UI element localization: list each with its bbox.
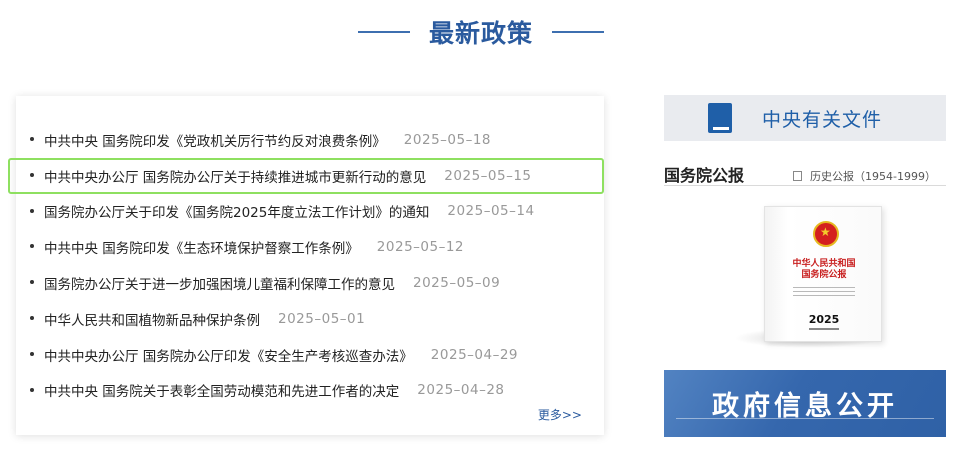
news-title[interactable]: 中共中央办公厅 国务院办公厅印发《安全生产考核巡查办法》 — [44, 345, 413, 365]
bullet-icon — [30, 315, 34, 320]
news-date: 2025–05–14 — [447, 203, 535, 220]
news-date: 2025–04–28 — [417, 382, 505, 399]
national-emblem-icon — [813, 221, 839, 247]
news-title[interactable]: 中共中央 国务院关于表彰全国劳动模范和先进工作者的决定 — [44, 380, 399, 400]
news-date: 2025–05–15 — [444, 167, 532, 184]
bullet-icon — [30, 137, 34, 141]
cover-fine-print — [793, 287, 855, 288]
news-date: 2025–05–18 — [403, 131, 492, 148]
central-docs-button[interactable]: 中央有关文件 — [664, 95, 946, 141]
news-item[interactable]: 中共中央 国务院印发《生态环境保护督察工作条例》 2025–05–12 — [16, 229, 604, 265]
news-item[interactable]: 中共中央办公厅 国务院办公厅印发《安全生产考核巡查办法》 2025–04–29 — [16, 337, 604, 373]
news-item[interactable]: 国务院办公厅关于印发《国务院2025年度立法工作计划》的通知 2025–05–14 — [16, 194, 604, 230]
cover-title-line2: 国务院公报 — [801, 270, 847, 280]
archive-icon — [793, 171, 803, 181]
bullet-icon — [30, 244, 34, 249]
news-title[interactable]: 国务院办公厅关于印发《国务院2025年度立法工作计划》的通知 — [44, 201, 429, 221]
section-title: 最新政策 — [428, 19, 533, 48]
cover-fine-print — [793, 291, 855, 292]
more-link[interactable]: 更多>> — [538, 406, 582, 423]
cover-issue-line — [809, 328, 839, 330]
news-item[interactable]: 中共中央 国务院印发《党政机关厉行节约反对浪费条例》 2025–05–18 — [16, 122, 604, 158]
news-item[interactable]: 中共中央 国务院关于表彰全国劳动模范和先进工作者的决定 2025–04–28 — [16, 373, 604, 409]
gazette-cover[interactable]: 中华人民共和国 国务院公报 2025 — [734, 206, 884, 348]
news-title[interactable]: 中共中央 国务院印发《党政机关厉行节约反对浪费条例》 — [44, 130, 386, 150]
bullet-icon — [30, 280, 34, 285]
bullet-icon — [30, 208, 34, 213]
news-title[interactable]: 中共中央 国务院印发《生态环境保护督察工作条例》 — [44, 237, 359, 257]
header-divider-left — [358, 31, 410, 33]
news-date: 2025–05–12 — [376, 239, 465, 256]
header-divider-right — [552, 31, 604, 33]
cover-title-line1: 中华人民共和国 — [792, 259, 856, 269]
history-gazette-label: 历史公报（1954-1999） — [810, 170, 936, 183]
history-gazette-link[interactable]: 历史公报（1954-1999） — [793, 168, 936, 184]
news-date: 2025–04–29 — [430, 346, 519, 363]
bullet-icon — [30, 351, 34, 356]
book-icon — [708, 103, 732, 133]
cover-image: 中华人民共和国 国务院公报 2025 — [764, 206, 882, 342]
news-date: 2025–05–01 — [278, 310, 366, 327]
news-panel: 中共中央 国务院印发《党政机关厉行节约反对浪费条例》 2025–05–18 中共中央… — [8, 96, 604, 435]
news-item[interactable]: 国务院办公厅关于进一步加强困境儿童福利保障工作的意见 2025–05–09 — [16, 265, 604, 301]
news-title[interactable]: 中共中央办公厅 国务院办公厅关于持续推进城市更新行动的意见 — [44, 166, 426, 186]
central-docs-label: 中央有关文件 — [762, 108, 883, 131]
news-item[interactable]: 中共中央办公厅 国务院办公厅关于持续推进城市更新行动的意见 2025–05–15 — [8, 157, 604, 194]
section-header: 最新政策 — [0, 12, 960, 52]
bullet-icon — [30, 172, 34, 177]
news-title[interactable]: 国务院办公厅关于进一步加强困境儿童福利保障工作的意见 — [44, 273, 395, 293]
news-list: 中共中央 国务院印发《党政机关厉行节约反对浪费条例》 2025–05–18 中共中央… — [8, 122, 604, 409]
gov-info-label: 政府信息公开 — [712, 391, 898, 422]
bullet-icon — [30, 387, 34, 392]
news-date: 2025–05–09 — [413, 275, 501, 292]
news-title[interactable]: 中华人民共和国植物新品种保护条例 — [44, 309, 260, 329]
gazette-title: 国务院公报 — [664, 166, 745, 185]
cover-year: 2025 — [808, 313, 840, 326]
news-item[interactable]: 中华人民共和国植物新品种保护条例 2025–05–01 — [16, 301, 604, 337]
gazette-header: 国务院公报 历史公报（1954-1999） — [664, 160, 946, 186]
gov-info-banner[interactable]: 政府信息公开 — [664, 370, 946, 437]
cover-fine-print — [793, 295, 855, 296]
